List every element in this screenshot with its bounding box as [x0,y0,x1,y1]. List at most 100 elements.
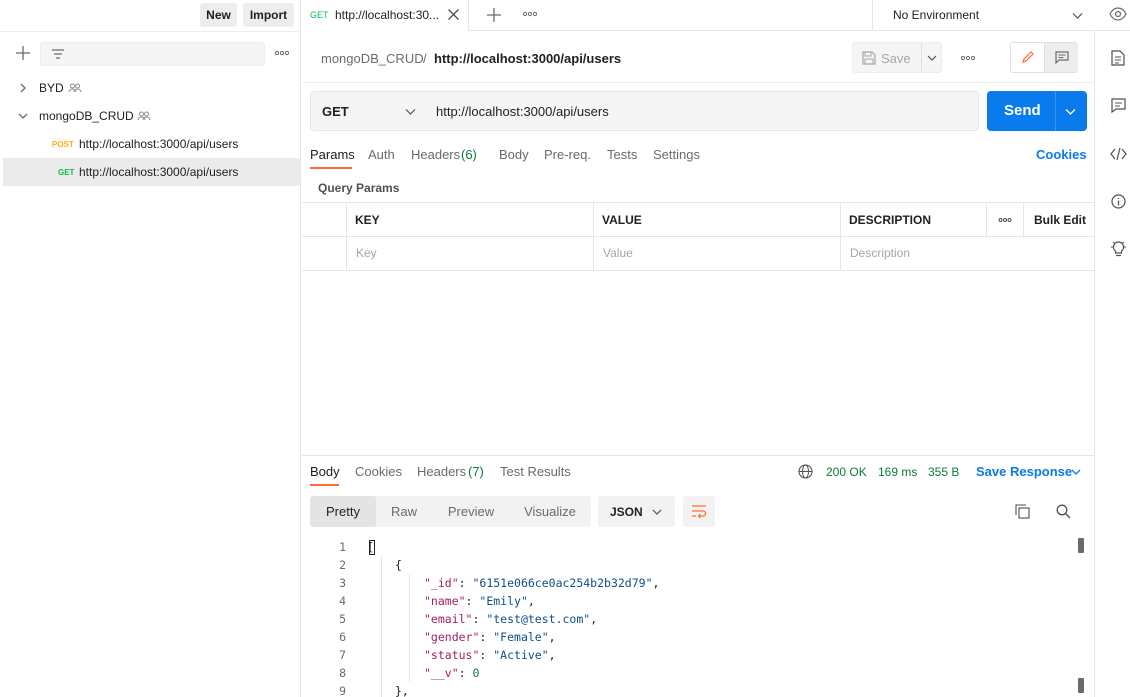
chevron-down-icon[interactable] [1071,467,1081,477]
table-cell [302,203,347,237]
scrollbar-thumb-top[interactable] [1078,538,1084,553]
response-tab-headers[interactable]: Headers [417,464,466,479]
description-placeholder: Description [850,246,911,260]
param-description-input[interactable]: Description [841,237,1094,271]
tab-active-indicator [310,167,352,169]
sidebar-search-input[interactable] [40,42,265,66]
comments-icon[interactable] [1111,98,1126,113]
chevron-down-icon [652,507,662,517]
chevron-down-icon[interactable] [927,53,937,63]
wrap-lines-button[interactable] [683,496,715,527]
shared-users-icon [137,111,151,121]
sidebar-request-post[interactable]: POST http://localhost:3000/api/users [3,130,300,158]
code-open-bracket: [ [367,540,374,554]
request-url: http://localhost:3000/api/users [79,165,239,179]
format-tab-pretty[interactable]: Pretty [310,496,376,527]
json-key: "__v" [424,666,459,680]
chevron-down-icon[interactable] [1065,106,1076,117]
tab-tests[interactable]: Tests [607,147,637,162]
scrollbar-thumb-bottom[interactable] [1078,678,1084,693]
send-button[interactable]: Send [987,91,1087,131]
method-badge: POST [52,140,74,149]
code-icon[interactable] [1110,147,1127,161]
tab-title: http://localhost:30... [335,8,440,22]
response-size[interactable]: 355 B [928,465,959,479]
line-number: 4 [339,594,346,608]
column-options-button[interactable] [987,203,1024,237]
sidebar-header: New Import [0,0,301,32]
line-number: 7 [339,648,346,662]
line-number: 1 [339,540,346,554]
environment-select[interactable]: No Environment [872,0,1092,31]
tab-params[interactable]: Params [310,147,355,162]
value-placeholder: Value [603,246,633,260]
request-tab[interactable]: GET http://localhost:30... [302,0,469,31]
response-tab-body[interactable]: Body [310,464,340,479]
collection-name: BYD [39,81,64,95]
shared-users-icon [68,83,82,93]
param-key-input[interactable]: Key [347,237,594,271]
collection-mongodb-crud[interactable]: mongoDB_CRUD [3,102,300,130]
documentation-icon[interactable] [1111,50,1125,66]
header-divider [302,82,1094,83]
close-tab-icon[interactable] [447,8,460,21]
json-value: "test@test.com" [486,612,591,626]
response-time[interactable]: 169 ms [878,465,917,479]
info-icon[interactable] [1111,194,1126,209]
tab-prereq[interactable]: Pre-req. [544,147,591,162]
import-button[interactable]: Import [243,3,294,27]
url-input[interactable]: http://localhost:3000/api/users [425,91,979,131]
response-tab-indicator [310,484,339,486]
edit-mode-button[interactable] [1011,43,1045,72]
col-value-header: VALUE [594,203,841,237]
line-number: 3 [339,576,346,590]
method-badge: GET [58,168,75,177]
save-response-button[interactable]: Save Response [976,464,1072,479]
status-code[interactable]: 200 OK [826,465,867,479]
code-line-gender: "gender": "Female", [424,630,556,644]
params-table: KEY VALUE DESCRIPTION Bulk Edit Key Valu… [302,202,1094,271]
lightbulb-icon[interactable] [1111,241,1126,258]
col-key-header: KEY [347,203,594,237]
format-select[interactable]: JSON [598,496,675,527]
tab-settings[interactable]: Settings [653,147,700,162]
tab-headers[interactable]: Headers [411,147,460,162]
copy-icon[interactable] [1015,504,1030,519]
collection-name: mongoDB_CRUD [39,109,134,123]
sidebar-request-get[interactable]: GET http://localhost:3000/api/users [3,158,300,186]
new-tab-icon[interactable] [486,7,502,23]
response-tab-cookies[interactable]: Cookies [355,464,402,479]
environment-quick-look-icon[interactable] [1109,7,1127,21]
collection-byd[interactable]: BYD [3,74,300,102]
response-divider[interactable] [302,455,1094,456]
tab-auth[interactable]: Auth [368,147,395,162]
format-tab-preview[interactable]: Preview [440,496,502,527]
col-value-label: VALUE [602,213,642,227]
more-options-icon[interactable] [274,50,290,56]
param-value-input[interactable]: Value [594,237,841,271]
tab-body[interactable]: Body [499,147,529,162]
comment-mode-button[interactable] [1045,43,1078,72]
chevron-down-icon [405,106,416,117]
bulk-edit-button[interactable]: Bulk Edit [1024,203,1094,237]
globe-icon[interactable] [798,464,813,479]
method-select[interactable]: GET [310,91,426,131]
response-tab-test-results[interactable]: Test Results [500,464,571,479]
tab-more-icon[interactable] [522,11,538,17]
cookies-link[interactable]: Cookies [1036,147,1087,162]
request-more-icon[interactable] [960,55,976,61]
comment-icon [1055,51,1069,64]
code-line-name: "name": "Emily", [424,594,535,608]
search-icon[interactable] [1056,504,1071,519]
add-collection-icon[interactable] [15,45,31,61]
save-icon [862,51,876,65]
json-value: "Emily" [479,594,528,608]
save-button[interactable]: Save [852,42,942,73]
format-tab-raw[interactable]: Raw [380,496,428,527]
format-tab-visualize[interactable]: Visualize [516,496,584,527]
key-placeholder: Key [356,246,377,260]
breadcrumb-collection[interactable]: mongoDB_CRUD [321,51,424,66]
new-button[interactable]: New [200,3,237,27]
filter-icon [51,47,65,61]
tab-bar: GET http://localhost:30... No Environmen… [302,0,1130,31]
